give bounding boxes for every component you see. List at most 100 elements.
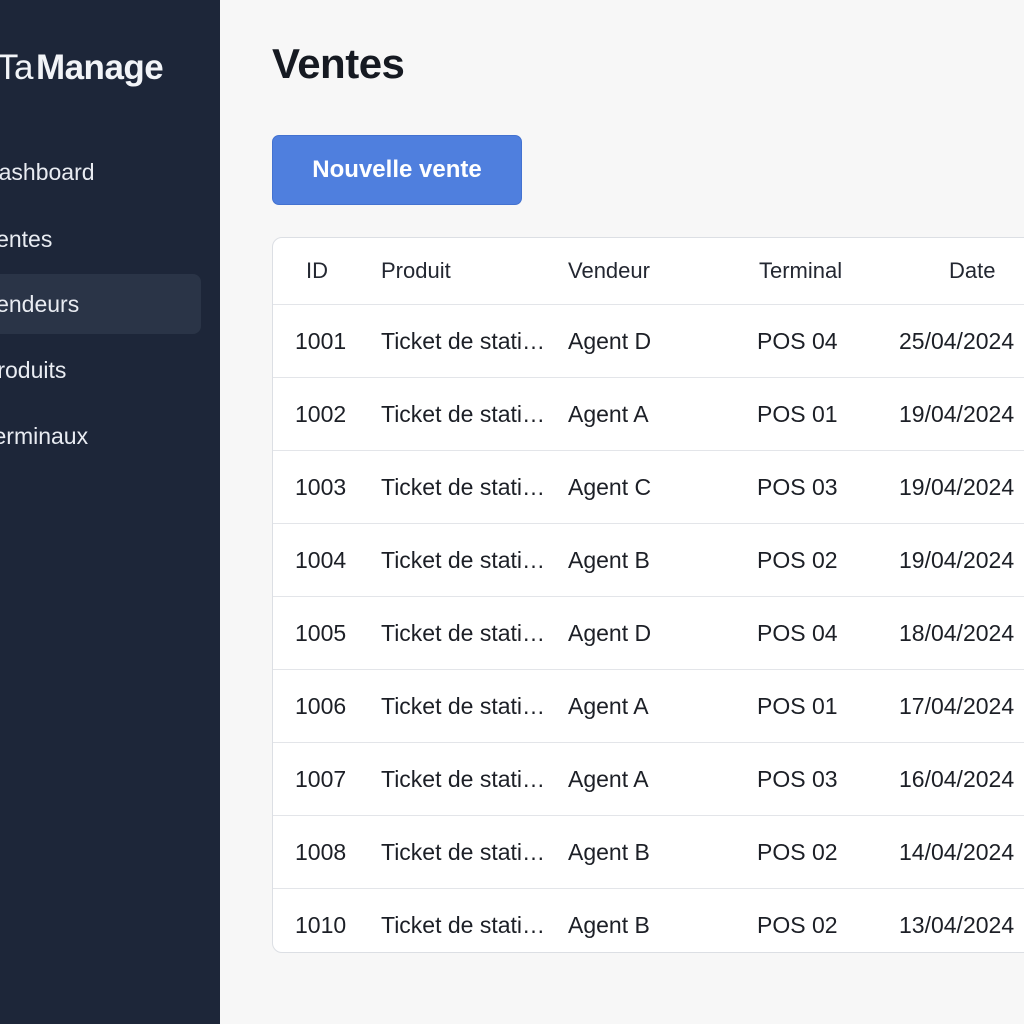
cell-terminal: POS 02 <box>757 816 907 888</box>
sidebar-item-dashboard[interactable]: Dashboard <box>0 142 201 202</box>
sidebar-item-label: Terminaux <box>0 422 89 449</box>
cell-date: 19/04/2024 <box>899 378 1024 450</box>
cell-produit-text: Ticket de stationnement <box>381 619 551 646</box>
cell-produit-text: Ticket de stationnement <box>381 473 551 500</box>
sidebar-item-produits[interactable]: Produits <box>0 340 201 400</box>
cell-date-text: 14/04/2024 <box>899 838 1015 865</box>
cell-vendeur: Agent D <box>568 597 728 669</box>
sales-table: ID Produit Vendeur Terminal Date 1001 Tic… <box>272 237 1024 953</box>
sidebar-item-vendeurs[interactable]: Vendeurs <box>0 274 201 334</box>
table-row[interactable]: 1008 Ticket de stationnement Agent B POS 02… <box>273 816 1024 889</box>
table-row[interactable]: 1002 Ticket de stationnement Agent A POS 01… <box>273 378 1024 451</box>
cell-date-text: 25/04/2024 <box>899 327 1015 354</box>
cell-terminal: POS 01 <box>757 378 907 450</box>
cell-date: 19/04/2024 <box>899 524 1024 596</box>
cell-id: 1010 <box>295 889 365 952</box>
cell-id-text: 1010 <box>295 911 347 938</box>
cell-produit: Ticket de stationnement <box>381 378 551 450</box>
cell-terminal: POS 02 <box>757 889 907 952</box>
cell-produit: Ticket de stationnement <box>381 670 551 742</box>
new-sale-button[interactable]: Nouvelle vente <box>272 135 522 205</box>
table-row[interactable]: 1006 Ticket de stationnement Agent A POS 01… <box>273 670 1024 743</box>
cell-produit-text: Ticket de stationnement <box>381 911 551 938</box>
table-row[interactable]: 1003 Ticket de stationnement Agent C POS 03… <box>273 451 1024 524</box>
cell-id: 1007 <box>295 743 365 815</box>
cell-terminal-text: POS 02 <box>757 911 838 938</box>
column-header-id[interactable]: ID <box>306 238 376 304</box>
cell-id: 1005 <box>295 597 365 669</box>
brand-part2: Manage <box>35 48 164 87</box>
cell-terminal-text: POS 01 <box>757 400 838 427</box>
table-row[interactable]: 1001 Ticket de stationnement Agent D POS 04… <box>273 305 1024 378</box>
table-row[interactable]: 1004 Ticket de stationnement Agent B POS 02… <box>273 524 1024 597</box>
cell-date: 18/04/2024 <box>899 597 1024 669</box>
column-header-terminal[interactable]: Terminal <box>759 238 909 304</box>
cell-vendeur-text: Agent B <box>568 838 650 865</box>
cell-id: 1002 <box>295 378 365 450</box>
cell-date-text: 19/04/2024 <box>899 546 1015 573</box>
sidebar-item-label: Vendeurs <box>0 290 80 317</box>
table-body: 1001 Ticket de stationnement Agent D POS 04… <box>273 305 1024 952</box>
cell-terminal-text: POS 01 <box>757 692 838 719</box>
cell-id-text: 1006 <box>295 692 347 719</box>
cell-id-text: 1002 <box>295 400 347 427</box>
table-row[interactable]: 1005 Ticket de stationnement Agent D POS 04… <box>273 597 1024 670</box>
table-row[interactable]: 1007 Ticket de stationnement Agent A POS 03… <box>273 743 1024 816</box>
cell-vendeur: Agent D <box>568 305 728 377</box>
cell-date-text: 19/04/2024 <box>899 473 1015 500</box>
table-row[interactable]: 1010 Ticket de stationnement Agent B POS 02… <box>273 889 1024 952</box>
cell-produit: Ticket de stationnement <box>381 743 551 815</box>
table-header-row: ID Produit Vendeur Terminal Date <box>273 238 1024 305</box>
cell-terminal: POS 01 <box>757 670 907 742</box>
cell-vendeur: Agent C <box>568 451 728 523</box>
cell-id: 1003 <box>295 451 365 523</box>
cell-id-text: 1001 <box>295 327 347 354</box>
cell-vendeur-text: Agent D <box>568 619 652 646</box>
cell-vendeur: Agent A <box>568 743 728 815</box>
cell-date: 17/04/2024 <box>899 670 1024 742</box>
cell-produit-text: Ticket de stationnement <box>381 692 551 719</box>
cell-vendeur-text: Agent B <box>568 911 650 938</box>
cell-terminal-text: POS 03 <box>757 473 838 500</box>
cell-date-text: 18/04/2024 <box>899 619 1015 646</box>
cell-vendeur: Agent A <box>568 670 728 742</box>
cell-vendeur: Agent B <box>568 524 728 596</box>
cell-vendeur: Agent B <box>568 816 728 888</box>
column-header-vendeur[interactable]: Vendeur <box>568 238 728 304</box>
cell-id: 1004 <box>295 524 365 596</box>
sidebar: nTaManage Dashboard Ventes Vendeurs Prod… <box>0 0 220 1024</box>
sidebar-item-label: Dashboard <box>0 158 95 185</box>
app-logo[interactable]: nTaManage <box>0 48 164 88</box>
cell-vendeur: Agent A <box>568 378 728 450</box>
cell-terminal-text: POS 03 <box>757 765 838 792</box>
cell-id: 1008 <box>295 816 365 888</box>
cell-date-text: 17/04/2024 <box>899 692 1015 719</box>
cell-id-text: 1008 <box>295 838 347 865</box>
cell-date: 19/04/2024 <box>899 451 1024 523</box>
cell-id: 1006 <box>295 670 365 742</box>
column-header-date[interactable]: Date <box>949 238 1024 304</box>
cell-terminal-text: POS 04 <box>757 327 838 354</box>
cell-vendeur-text: Agent A <box>568 765 649 792</box>
cell-id-text: 1007 <box>295 765 347 792</box>
cell-terminal-text: POS 04 <box>757 619 838 646</box>
brand-part1: nTa <box>0 48 33 87</box>
cell-date-text: 16/04/2024 <box>899 765 1015 792</box>
cell-id-text: 1004 <box>295 546 347 573</box>
cell-produit: Ticket de stationnement <box>381 524 551 596</box>
cell-date-text: 13/04/2024 <box>899 911 1015 938</box>
cell-produit-text: Ticket de stationnement <box>381 765 551 792</box>
cell-vendeur-text: Agent B <box>568 546 650 573</box>
cell-terminal-text: POS 02 <box>757 546 838 573</box>
sidebar-item-ventes[interactable]: Ventes <box>0 209 201 269</box>
cell-produit: Ticket de stationnement <box>381 889 551 952</box>
page-title: Ventes <box>272 40 405 87</box>
cell-produit-text: Ticket de stationnement <box>381 838 551 865</box>
cell-produit: Ticket de stationnement <box>381 305 551 377</box>
cell-vendeur-text: Agent A <box>568 400 649 427</box>
cell-date: 25/04/2024 <box>899 305 1024 377</box>
cell-id-text: 1003 <box>295 473 347 500</box>
sidebar-item-terminaux[interactable]: Terminaux <box>0 406 201 466</box>
cell-id: 1001 <box>295 305 365 377</box>
column-header-produit[interactable]: Produit <box>381 238 551 304</box>
